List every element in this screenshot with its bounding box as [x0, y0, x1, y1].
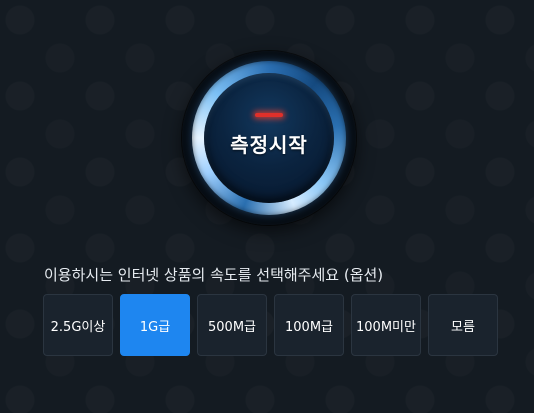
speed-question-label: 이용하시는 인터넷 상품의 속도를 선택해주세요 (옵션)	[44, 266, 384, 284]
start-measure-hit-area[interactable]	[182, 51, 356, 225]
speed-option-2-5g-plus[interactable]: 2.5G이상	[43, 294, 113, 356]
speed-option-100m[interactable]: 100M급	[274, 294, 344, 356]
speed-option-unknown[interactable]: 모름	[428, 294, 498, 356]
speed-option-under-100m[interactable]: 100M미만	[351, 294, 421, 356]
speed-test-app: 측정시작 이용하시는 인터넷 상품의 속도를 선택해주세요 (옵션) 2.5G이…	[0, 0, 534, 413]
speed-option-group: 2.5G이상 1G급 500M급 100M급 100M미만 모름	[43, 294, 498, 356]
speed-option-500m[interactable]: 500M급	[197, 294, 267, 356]
start-measure-dial[interactable]: 측정시작	[182, 51, 356, 225]
speed-option-1g[interactable]: 1G급	[120, 294, 190, 356]
